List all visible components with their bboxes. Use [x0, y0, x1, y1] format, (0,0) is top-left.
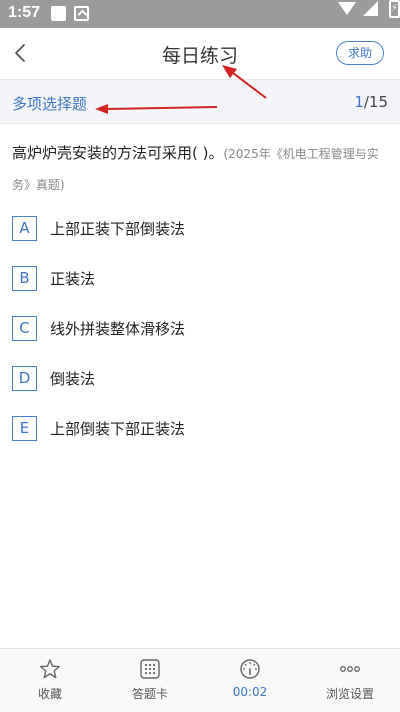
favorite-button[interactable]: 收藏: [0, 649, 100, 712]
option-letter[interactable]: C: [12, 316, 37, 341]
grid-icon: [140, 659, 160, 679]
notification-icon: [51, 6, 66, 21]
answer-options: A 上部正装下部倒装法 B 正装法 C 线外拼装整体滑移法 D 倒装法 E 上部…: [12, 216, 388, 466]
status-time: 1:57: [8, 4, 41, 21]
option-d[interactable]: D 倒装法: [12, 366, 388, 416]
option-letter[interactable]: B: [12, 266, 37, 291]
progress-current: 1: [354, 93, 364, 111]
option-e[interactable]: E 上部倒装下部正装法: [12, 416, 388, 466]
option-b[interactable]: B 正装法: [12, 266, 388, 316]
option-letter[interactable]: E: [12, 416, 37, 441]
view-settings-button[interactable]: 浏览设置: [300, 649, 400, 712]
option-text[interactable]: 倒装法: [50, 368, 95, 389]
option-text[interactable]: 上部倒装下部正装法: [50, 418, 185, 439]
question-type-label: 多项选择题: [12, 95, 88, 113]
answer-card-label: 答题卡: [131, 687, 168, 701]
answer-card-button[interactable]: 答题卡: [100, 649, 200, 712]
option-c[interactable]: C 线外拼装整体滑移法: [12, 316, 388, 366]
timer-icon: [240, 659, 260, 679]
more-icon: [340, 666, 360, 672]
app-notification-icon: [74, 6, 89, 21]
timer-button[interactable]: 00:02: [200, 649, 300, 712]
option-letter[interactable]: A: [12, 216, 37, 241]
signal-icon: [363, 1, 378, 16]
battery-icon: ⚡: [389, 0, 400, 18]
question-type-bar: 多项选择题 1/15: [0, 80, 400, 124]
timer-label: 00:02: [232, 685, 268, 699]
wifi-icon: [338, 2, 356, 15]
favorite-label: 收藏: [37, 687, 62, 701]
bottom-toolbar: 收藏 答题卡 00:02 浏览设置: [0, 648, 400, 712]
option-text[interactable]: 线外拼装整体滑移法: [50, 318, 185, 339]
header: 每日练习 求助: [0, 28, 400, 80]
help-button[interactable]: 求助: [336, 41, 384, 65]
question-text: 高炉炉壳安装的方法可采用( )。: [12, 144, 224, 162]
option-text[interactable]: 正装法: [50, 268, 95, 289]
question-stem: 高炉炉壳安装的方法可采用( )。(2025年《机电工程管理与实务》真题): [12, 138, 388, 200]
option-text[interactable]: 上部正装下部倒装法: [50, 218, 185, 239]
progress-total: /15: [363, 93, 388, 111]
question-progress: 1/15: [354, 93, 388, 111]
view-settings-label: 浏览设置: [325, 687, 374, 701]
star-icon: [40, 659, 60, 679]
option-letter[interactable]: D: [12, 366, 37, 391]
status-bar: 1:57 ⚡: [0, 0, 400, 28]
option-a[interactable]: A 上部正装下部倒装法: [12, 216, 388, 266]
